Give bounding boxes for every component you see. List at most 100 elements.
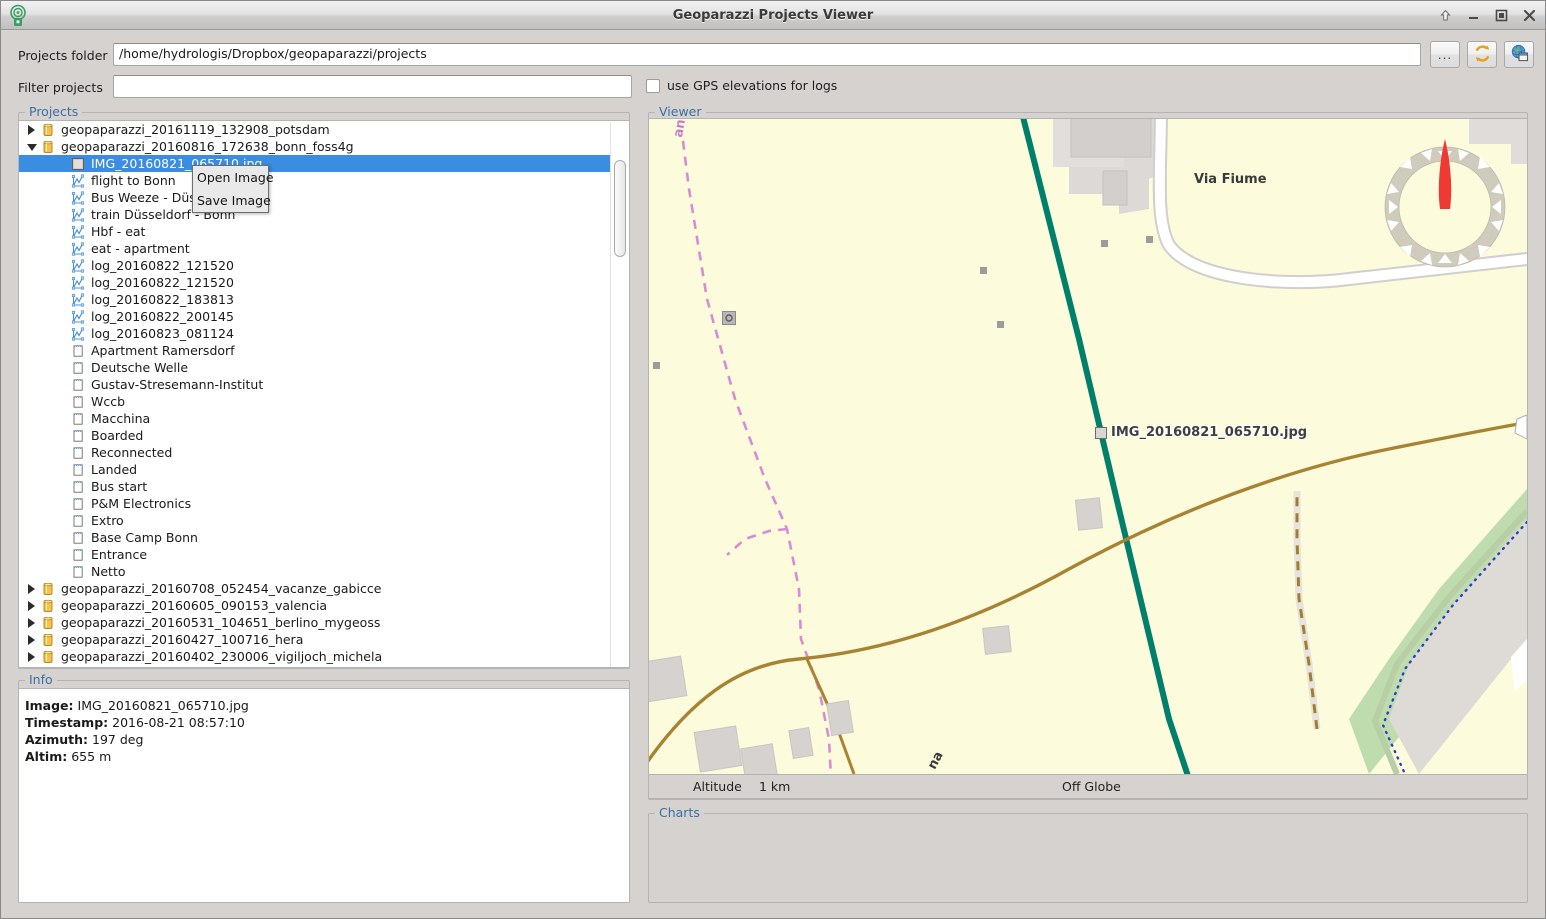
- context-menu-item-save-image[interactable]: Save Image: [193, 189, 271, 212]
- tree-row-label: geopaparazzi_20160816_172638_bonn_foss4g: [61, 139, 354, 154]
- tree-row-label: Boarded: [91, 428, 144, 443]
- tree-row[interactable]: Deutsche Welle: [19, 359, 611, 376]
- refresh-button[interactable]: [1467, 41, 1497, 68]
- projects-tree-rows: geopaparazzi_20161119_132908_potsdamgeop…: [19, 121, 611, 665]
- tree-row[interactable]: geopaparazzi_20160427_100716_hera: [19, 631, 611, 648]
- log-icon: [71, 309, 85, 324]
- tree-row-label: geopaparazzi_20160427_100716_hera: [61, 632, 304, 647]
- browse-folder-button[interactable]: ...: [1430, 41, 1460, 68]
- log-icon: [71, 292, 85, 307]
- tree-row[interactable]: Base Camp Bonn: [19, 529, 611, 546]
- tree-row[interactable]: geopaparazzi_20161119_132908_potsdam: [19, 121, 611, 138]
- map-status-bar: Altitude 1 km Off Globe: [648, 775, 1528, 799]
- info-value-azimuth: 197 deg: [92, 732, 144, 747]
- tree-row[interactable]: Netto: [19, 563, 611, 580]
- tree-row[interactable]: Hbf - eat: [19, 223, 611, 240]
- tree-row[interactable]: P&M Electronics: [19, 495, 611, 512]
- tree-row-label: geopaparazzi_20161119_132908_potsdam: [61, 122, 330, 137]
- minimize-button[interactable]: [1466, 8, 1481, 23]
- tree-row[interactable]: Macchina: [19, 410, 611, 427]
- tree-row[interactable]: train Düsseldorf - Bonn: [19, 206, 611, 223]
- tree-row[interactable]: flight to Bonn: [19, 172, 611, 189]
- shade-button[interactable]: [1438, 8, 1453, 23]
- tree-row[interactable]: Extro: [19, 512, 611, 529]
- app-window: Geoparazzi Projects Viewer Projects fold…: [0, 0, 1546, 919]
- tree-row[interactable]: Gustav-Stresemann-Institut: [19, 376, 611, 393]
- info-value-altim: 655 m: [71, 749, 112, 764]
- projects-folder-input[interactable]: /home/hydrologis/Dropbox/geopaparazzi/pr…: [113, 43, 1421, 66]
- tree-row[interactable]: Bus start: [19, 478, 611, 495]
- refresh-icon: [1473, 44, 1492, 66]
- projects-group-title: Projects: [25, 105, 83, 119]
- tree-row[interactable]: Boarded: [19, 427, 611, 444]
- note-icon: [71, 480, 85, 494]
- info-key-altim: Altim:: [25, 749, 68, 764]
- info-key-image: Image:: [25, 698, 74, 713]
- tree-row-label: Wccb: [91, 394, 126, 409]
- log-icon: [71, 241, 85, 256]
- context-menu-item-open-image[interactable]: Open Image: [193, 166, 274, 189]
- gps-elevations-checkbox-row[interactable]: use GPS elevations for logs: [646, 78, 837, 93]
- tree-row-label: log_20160822_121520: [91, 258, 234, 273]
- info-row-image: Image: IMG_20160821_065710.jpg: [25, 697, 621, 714]
- viewer-group-title: Viewer: [655, 105, 706, 119]
- database-icon: [41, 123, 55, 137]
- tree-row[interactable]: eat - apartment: [19, 240, 611, 257]
- info-row-azimuth: Azimuth: 197 deg: [25, 731, 621, 748]
- tree-row[interactable]: log_20160822_200145: [19, 308, 611, 325]
- note-icon: [71, 429, 85, 443]
- tree-row-label: geopaparazzi_20160708_052454_vacanze_gab…: [61, 581, 382, 596]
- image-context-menu[interactable]: Open Image Save Image: [192, 165, 274, 213]
- tree-row[interactable]: geopaparazzi_20160402_230006_vigiljoch_m…: [19, 648, 611, 665]
- tree-row[interactable]: geopaparazzi_20160708_052454_vacanze_gab…: [19, 580, 611, 597]
- map-canvas[interactable]: Via Fiume ano na IMG_20160821_065710.jpg: [648, 118, 1528, 775]
- info-row-timestamp: Timestamp: 2016-08-21 08:57:10: [25, 714, 621, 731]
- tree-row[interactable]: log_20160822_183813: [19, 291, 611, 308]
- maximize-button[interactable]: [1494, 8, 1509, 23]
- database-icon: [41, 616, 55, 630]
- chevron-right-icon[interactable]: [27, 652, 36, 662]
- tree-row-label: log_20160822_200145: [91, 309, 234, 324]
- tree-row[interactable]: Bus Weeze - Düsseldorf: [19, 189, 611, 206]
- tree-row-label: geopaparazzi_20160531_104651_berlino_myg…: [61, 615, 381, 630]
- tree-row[interactable]: Entrance: [19, 546, 611, 563]
- tree-row[interactable]: log_20160822_121520: [19, 257, 611, 274]
- chevron-down-icon[interactable]: [27, 142, 37, 151]
- close-button[interactable]: [1522, 8, 1537, 23]
- tree-row[interactable]: geopaparazzi_20160816_172638_bonn_foss4g: [19, 138, 611, 155]
- info-value-image: IMG_20160821_065710.jpg: [77, 698, 249, 713]
- tree-row[interactable]: Wccb: [19, 393, 611, 410]
- tree-row[interactable]: Apartment Ramersdorf: [19, 342, 611, 359]
- charts-group-title: Charts: [655, 806, 704, 820]
- tree-row[interactable]: log_20160822_121520: [19, 274, 611, 291]
- chevron-right-icon[interactable]: [27, 635, 36, 645]
- chevron-right-icon[interactable]: [27, 601, 36, 611]
- map-image-marker[interactable]: IMG_20160821_065710.jpg: [1095, 425, 1307, 440]
- chevron-right-icon[interactable]: [27, 618, 36, 628]
- projects-tree[interactable]: geopaparazzi_20161119_132908_potsdamgeop…: [18, 120, 630, 668]
- gps-elevations-checkbox[interactable]: [646, 78, 660, 93]
- note-icon: [71, 412, 85, 426]
- tree-row[interactable]: Reconnected: [19, 444, 611, 461]
- filter-projects-input[interactable]: [113, 75, 632, 98]
- tree-row[interactable]: log_20160823_081124: [19, 325, 611, 342]
- tree-row[interactable]: geopaparazzi_20160605_090153_valencia: [19, 597, 611, 614]
- open-in-globe-button[interactable]: [1504, 41, 1534, 68]
- tree-row-selected[interactable]: IMG_20160821_065710.jpg: [19, 155, 611, 172]
- tree-row[interactable]: Landed: [19, 461, 611, 478]
- tree-row-label: Netto: [91, 564, 126, 579]
- info-row-altim: Altim: 655 m: [25, 748, 621, 765]
- chevron-right-icon[interactable]: [27, 584, 36, 594]
- tree-row[interactable]: geopaparazzi_20160531_104651_berlino_myg…: [19, 614, 611, 631]
- chevron-right-icon[interactable]: [27, 125, 36, 135]
- tree-vertical-scrollbar[interactable]: [610, 122, 628, 667]
- tree-scrollbar-thumb[interactable]: [614, 160, 626, 257]
